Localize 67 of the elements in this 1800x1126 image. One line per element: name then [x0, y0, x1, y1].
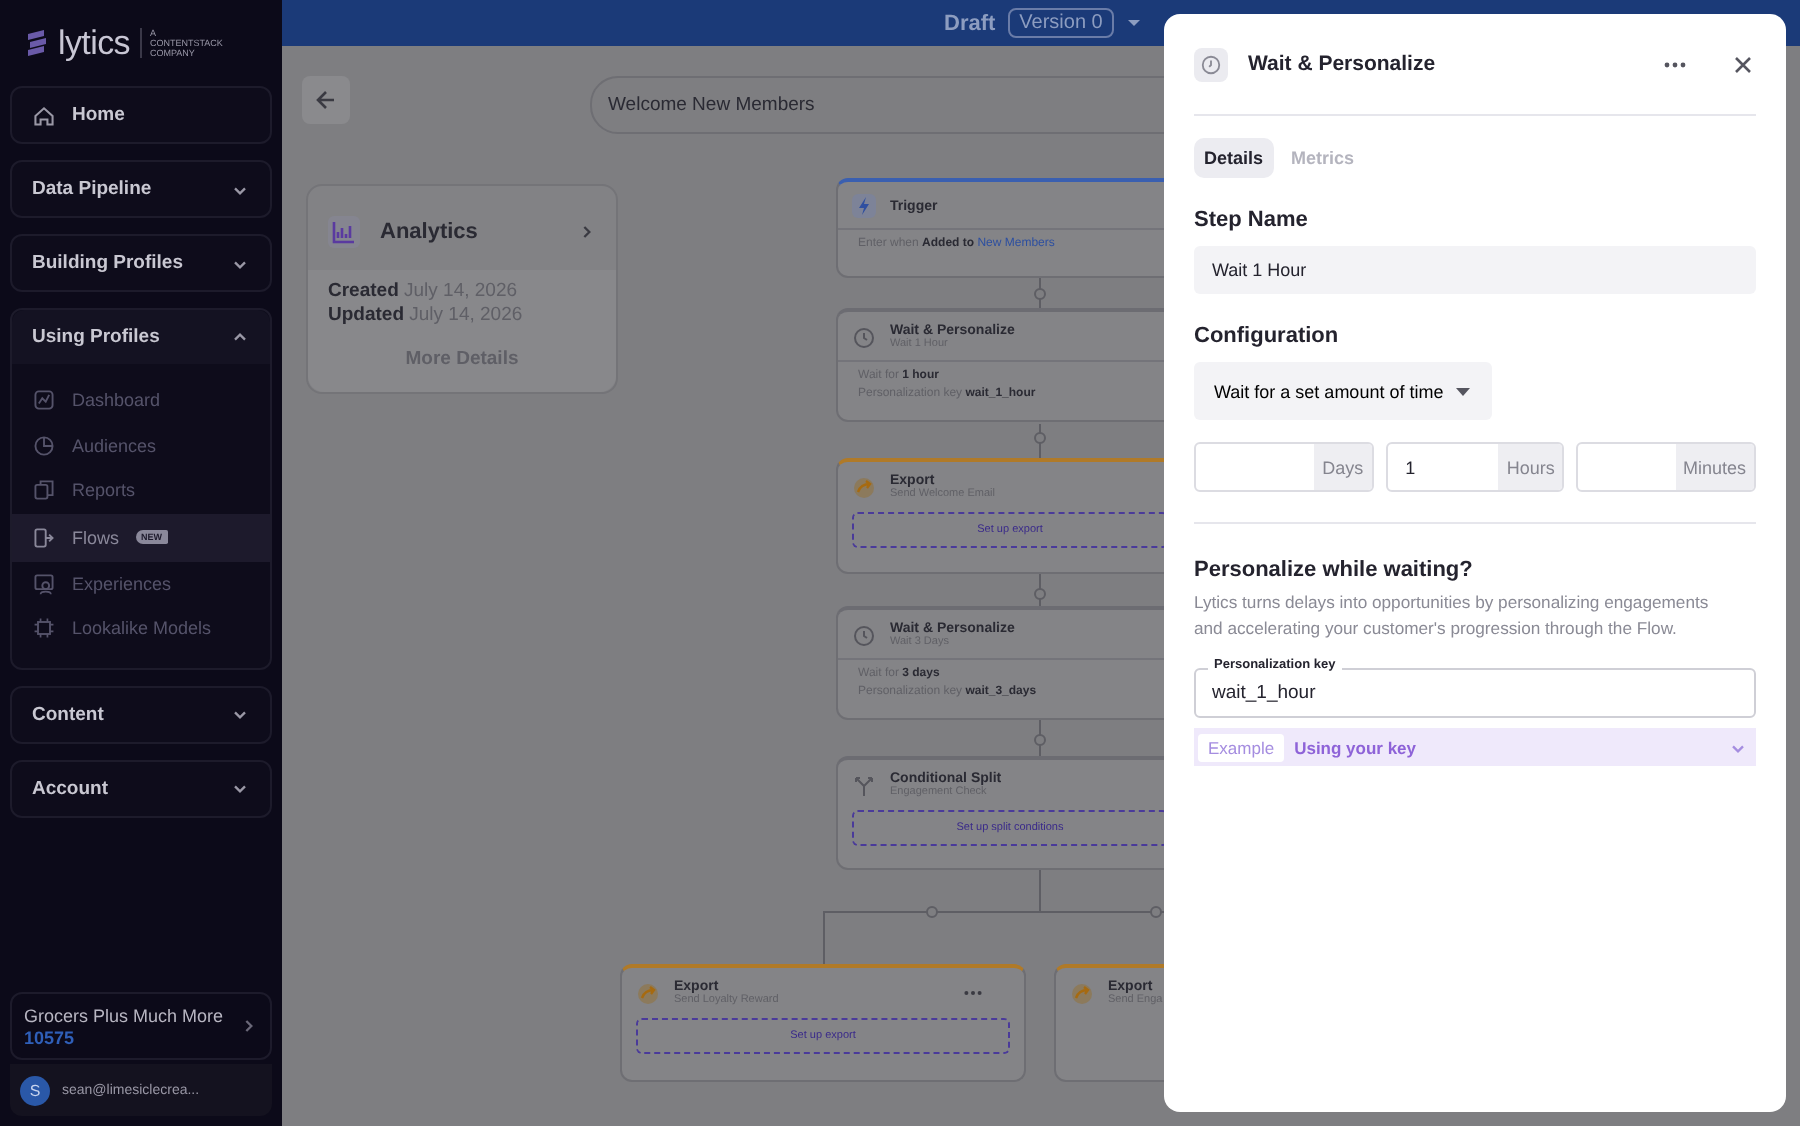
flow-icon [32, 525, 56, 549]
nav-section[interactable]: Building Profiles [10, 234, 272, 292]
duration-field[interactable]: Minutes [1576, 442, 1757, 492]
section-heading: Configuration [1194, 324, 1341, 348]
version-selector[interactable]: Version 0 [1007, 8, 1115, 38]
person-screen-icon [32, 571, 56, 596]
connector-line [1034, 719, 1046, 757]
panel-title: Wait & Personalize [1248, 52, 1438, 76]
clock-icon [1194, 47, 1228, 81]
documents-icon [32, 478, 56, 503]
status-label: Draft [944, 11, 996, 35]
nav-section[interactable]: Content [10, 685, 272, 743]
account-name: Grocers Plus Much More [24, 1005, 224, 1025]
updated-label: Updated [328, 304, 404, 326]
chart-icon [32, 388, 56, 413]
section-heading: Step Name [1194, 208, 1310, 232]
lightning-icon [852, 194, 876, 218]
export-icon [636, 981, 660, 1005]
caret-icon [1455, 387, 1470, 395]
split-icon [852, 773, 876, 797]
unit-label: Hours [1498, 444, 1563, 490]
created-label: Created [328, 280, 399, 302]
nav-item[interactable]: Reports [12, 468, 270, 513]
connector-line [1034, 277, 1046, 309]
nav-item[interactable]: Home [10, 86, 272, 144]
pie-chart-icon [32, 433, 56, 458]
nav-item[interactable]: Dashboard [12, 378, 270, 423]
home-icon [32, 103, 56, 127]
caret-icon[interactable] [1126, 18, 1143, 28]
account-switcher[interactable]: Grocers Plus Much More 10575 [10, 992, 272, 1060]
account-id: 10575 [24, 1027, 77, 1047]
unit-label: Days [1314, 444, 1372, 490]
export-icon [1070, 981, 1094, 1005]
close-icon[interactable] [1734, 55, 1752, 73]
step-name-field[interactable]: Wait 1 Hour [1194, 246, 1756, 294]
unit-label: Minutes [1675, 444, 1755, 490]
nav-section-header[interactable]: Using Profiles [12, 310, 270, 364]
logo-text: lytics [58, 23, 130, 63]
back-arrow-icon [314, 88, 338, 112]
example-label: Using your key [1294, 737, 1419, 757]
nav-item[interactable]: Audiences [12, 423, 270, 468]
description-text: Lytics turns delays into opportunities by personalizing engagements and accelerating your customer's progression through the Flow. [1194, 590, 1711, 642]
example-tag: Example [1198, 733, 1285, 761]
card-title: Analytics [380, 220, 480, 244]
user-avatar: S [20, 1075, 50, 1105]
tab[interactable]: Metrics [1281, 138, 1365, 178]
tab[interactable]: Details [1194, 138, 1274, 178]
nav-item[interactable]: Lookalike Models [12, 606, 270, 651]
nav-item[interactable]: Experiences [12, 561, 270, 606]
connector-line [1034, 573, 1046, 607]
more-icon[interactable] [1664, 61, 1686, 67]
nav-section[interactable]: Account [10, 759, 272, 817]
duration-field[interactable]: Days [1194, 442, 1374, 492]
nav-section[interactable]: Data Pipeline [10, 160, 272, 218]
chip-icon [32, 616, 56, 641]
more-icon[interactable] [964, 990, 982, 996]
connector-line [1034, 423, 1046, 459]
example-selector[interactable]: Example Using your key [1194, 728, 1756, 766]
duration-field[interactable]: 1 Hours [1385, 442, 1565, 492]
logo-icon [26, 28, 48, 58]
mode-dropdown[interactable]: Wait for a set amount of time [1194, 362, 1492, 420]
section-heading: Personalize while waiting? [1194, 558, 1475, 582]
clock-icon [852, 623, 876, 647]
clock-icon [852, 325, 876, 349]
back-button[interactable] [302, 76, 350, 124]
bar-chart-icon [328, 216, 360, 248]
export-icon [852, 475, 876, 499]
